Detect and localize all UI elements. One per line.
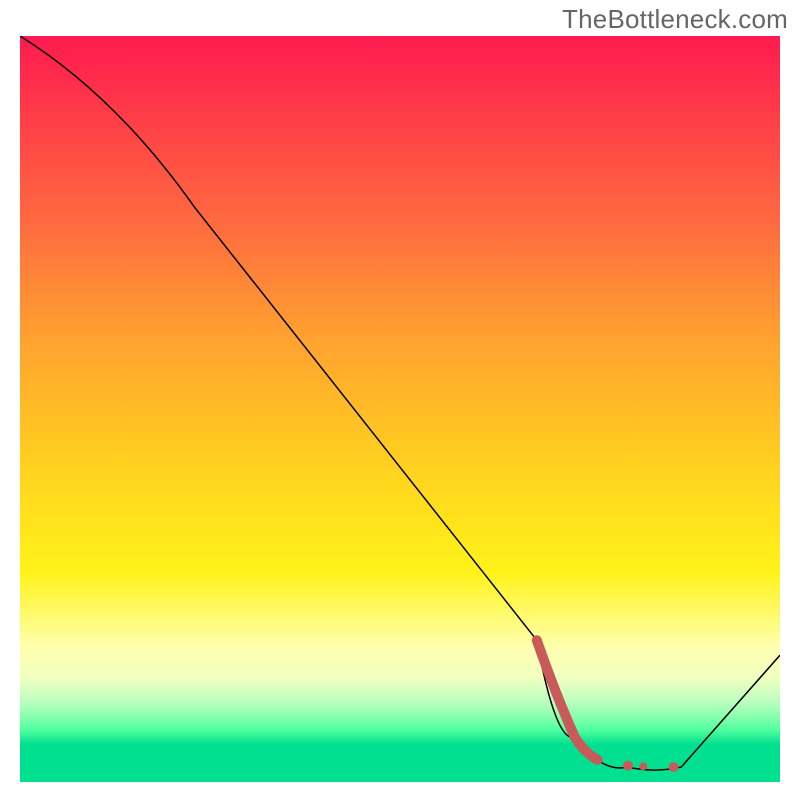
highlight-dot <box>669 762 679 772</box>
watermark-text: TheBottleneck.com <box>562 4 788 35</box>
highlight-dot <box>623 761 633 771</box>
highlight-dot <box>639 762 647 770</box>
highlight-segment <box>537 640 598 759</box>
bottleneck-curve <box>20 36 780 770</box>
figure-root: TheBottleneck.com <box>0 0 800 800</box>
plot-svg <box>20 36 780 782</box>
plot-area <box>20 36 780 782</box>
